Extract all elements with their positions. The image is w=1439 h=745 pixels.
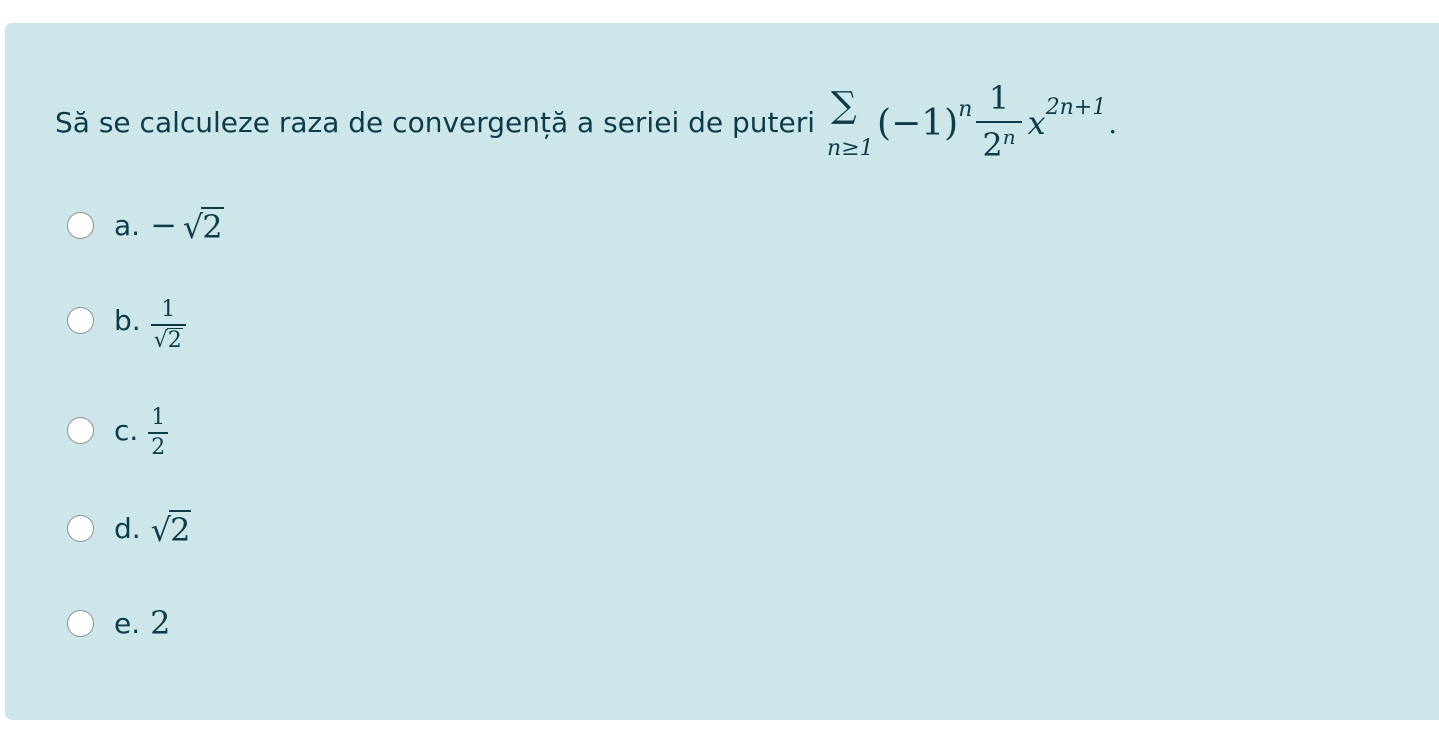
sign-factor: (−1) bbox=[877, 102, 959, 144]
question-period: . bbox=[1108, 106, 1118, 140]
radio-button-a[interactable] bbox=[67, 211, 94, 239]
answer-value-a: − √ 2 bbox=[150, 206, 224, 244]
square-root: √ 2 bbox=[183, 207, 224, 243]
fraction-numerator: 1 bbox=[988, 79, 1010, 117]
answer-letter: e. bbox=[114, 606, 141, 640]
radicand: 2 bbox=[201, 207, 224, 246]
denominator-base: 2 bbox=[982, 126, 1003, 164]
sigma-symbol: ∑ bbox=[831, 85, 857, 126]
answer-letter: a. bbox=[114, 208, 141, 242]
answer-value-e: 2 bbox=[150, 604, 171, 642]
sign-exponent: n bbox=[958, 96, 973, 122]
variable-x: x bbox=[1027, 104, 1046, 142]
fraction-denominator: 2 bbox=[148, 432, 169, 460]
radicand: 2 bbox=[166, 327, 183, 353]
fraction-denominator: √ 2 bbox=[150, 323, 186, 353]
variable-exponent: 2n+1 bbox=[1045, 94, 1107, 120]
sum-operator: ∑ n≥1 bbox=[827, 68, 877, 178]
radio-button-d[interactable] bbox=[67, 514, 94, 542]
series-term: (−1) n 1 2n x 2n+1 . bbox=[877, 68, 1117, 178]
square-root: √ 2 bbox=[151, 510, 192, 546]
minus-sign: − bbox=[150, 206, 177, 244]
question-card: Să se calculeze raza de convergență a se… bbox=[5, 23, 1439, 720]
coefficient-fraction: 1 2n bbox=[976, 79, 1022, 167]
answer-letter: c. bbox=[114, 413, 139, 447]
sum-subscript: n≥1 bbox=[827, 136, 874, 161]
radical-icon: √ bbox=[150, 511, 172, 549]
answer-letter: d. bbox=[114, 511, 141, 545]
question-prompt: Să se calculeze raza de convergență a se… bbox=[55, 105, 816, 139]
answer-value-d: √ 2 bbox=[151, 510, 192, 546]
answer-option-b[interactable]: b. 1 √ 2 bbox=[67, 297, 186, 352]
answer-option-a[interactable]: a. − √ 2 bbox=[67, 203, 224, 247]
denominator-exponent: n bbox=[1002, 125, 1016, 149]
radio-button-e[interactable] bbox=[67, 609, 94, 637]
radical-icon: √ bbox=[182, 208, 204, 246]
answer-value-c: 1 2 bbox=[148, 405, 169, 460]
fraction-numerator: 1 bbox=[161, 296, 176, 322]
fraction-denominator: 2n bbox=[976, 121, 1022, 167]
fraction-numerator: 1 bbox=[151, 405, 166, 430]
radio-button-c[interactable] bbox=[67, 416, 94, 444]
radicand: 2 bbox=[169, 510, 192, 549]
answer-value-b: 1 √ 2 bbox=[150, 296, 186, 353]
answer-option-d[interactable]: d. √ 2 bbox=[67, 506, 192, 550]
radical-icon: √ bbox=[153, 327, 168, 353]
radio-button-b[interactable] bbox=[67, 306, 94, 334]
question-text: Să se calculeze raza de convergență a se… bbox=[55, 68, 1117, 178]
answer-letter: b. bbox=[114, 303, 141, 337]
answer-option-c[interactable]: c. 1 2 bbox=[67, 406, 169, 460]
answer-option-e[interactable]: e. 2 bbox=[67, 601, 171, 645]
